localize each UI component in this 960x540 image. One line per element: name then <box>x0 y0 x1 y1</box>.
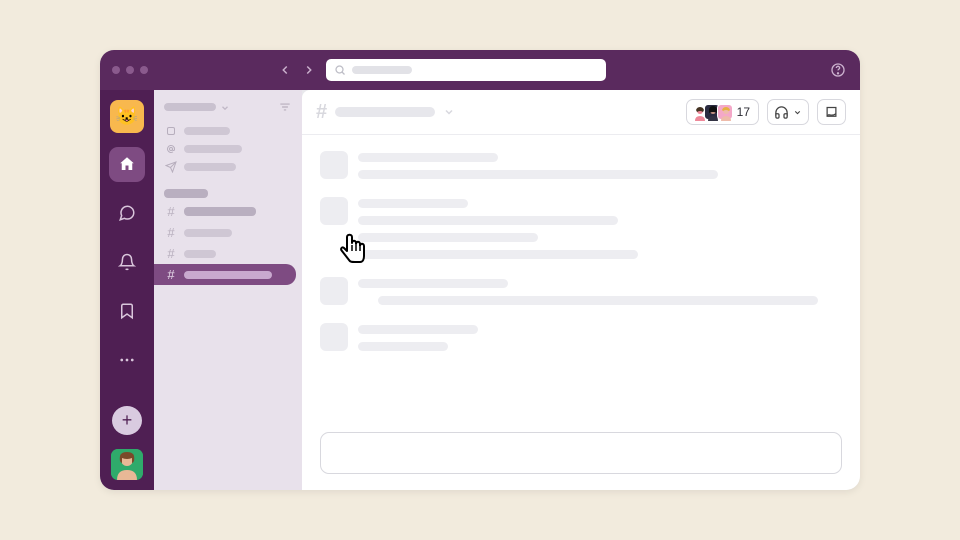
channel-name-skeleton <box>184 271 272 279</box>
channel-name-skeleton <box>184 250 216 258</box>
hash-icon: # <box>164 246 178 261</box>
sidebar-channel-item[interactable]: # <box>154 222 302 243</box>
headphones-icon <box>774 105 789 120</box>
back-button[interactable] <box>276 61 294 79</box>
message-list <box>302 135 860 432</box>
rail-more[interactable] <box>109 343 145 378</box>
workspace-switcher[interactable]: 😺 <box>110 100 144 133</box>
chevron-down-icon <box>220 103 228 111</box>
message-line-skeleton <box>358 279 508 288</box>
user-avatar[interactable] <box>111 449 143 480</box>
sidebar-section-label-skeleton <box>164 189 208 198</box>
hash-icon: # <box>316 101 327 124</box>
conversation-pane: # <box>302 90 860 490</box>
chat-icon <box>118 204 136 222</box>
sidebar-item-mentions[interactable] <box>154 140 302 158</box>
avatar-icon <box>111 449 143 480</box>
workspace-icon: 😺 <box>116 106 138 127</box>
sidebar-section-header[interactable] <box>154 186 302 201</box>
sidebar-channel-item-selected[interactable]: # <box>154 264 296 285</box>
channel-members-button[interactable]: 17 <box>686 99 759 125</box>
message-avatar-skeleton <box>320 323 348 351</box>
message-item[interactable] <box>320 323 842 351</box>
message-line-skeleton <box>358 153 498 162</box>
message-line-skeleton <box>358 170 718 179</box>
member-avatars <box>691 104 733 120</box>
window-minimize-dot[interactable] <box>126 66 134 74</box>
more-icon <box>118 351 136 369</box>
message-line-skeleton <box>378 296 818 305</box>
hash-icon: # <box>164 267 178 282</box>
rail-dms[interactable] <box>109 196 145 231</box>
search-icon <box>334 64 346 76</box>
canvas-button[interactable] <box>817 99 846 125</box>
message-line-skeleton <box>358 199 468 208</box>
search-placeholder-skeleton <box>352 66 412 74</box>
channel-sidebar: # # # # <box>154 90 302 490</box>
titlebar <box>100 50 860 90</box>
channel-name-skeleton <box>335 107 435 117</box>
app-window: 😺 + <box>100 50 860 490</box>
sidebar-header[interactable] <box>154 100 302 122</box>
message-avatar-skeleton <box>320 151 348 179</box>
window-zoom-dot[interactable] <box>140 66 148 74</box>
history-nav <box>276 61 318 79</box>
message-line-skeleton <box>358 216 618 225</box>
sidebar-label-skeleton <box>184 127 230 135</box>
channel-name-skeleton <box>184 229 232 237</box>
huddle-button[interactable] <box>767 99 809 125</box>
message-avatar-skeleton <box>320 277 348 305</box>
at-icon <box>164 143 178 155</box>
composer-area <box>302 432 860 490</box>
rail-later[interactable] <box>109 294 145 329</box>
workspace-name-skeleton <box>164 103 216 111</box>
message-line-skeleton <box>358 250 638 259</box>
message-line-skeleton <box>358 233 538 242</box>
sidebar-channel-item[interactable]: # <box>154 243 302 264</box>
canvas-icon <box>824 105 839 120</box>
hash-icon: # <box>164 204 178 219</box>
message-item[interactable] <box>320 277 842 305</box>
workspace-rail: 😺 + <box>100 90 154 490</box>
sidebar-item-threads[interactable] <box>154 122 302 140</box>
chevron-down-icon[interactable] <box>443 106 455 118</box>
search-input[interactable] <box>326 59 606 81</box>
message-item[interactable] <box>320 151 842 179</box>
rail-activity[interactable] <box>109 245 145 280</box>
bookmark-icon <box>118 302 136 320</box>
channel-header: # <box>302 90 860 134</box>
message-line-skeleton <box>358 325 478 334</box>
window-controls <box>112 66 148 74</box>
bell-icon <box>118 253 136 271</box>
sidebar-label-skeleton <box>184 163 236 171</box>
rail-add-button[interactable]: + <box>112 406 142 435</box>
threads-icon <box>164 125 178 137</box>
send-icon <box>164 161 178 173</box>
home-icon <box>118 155 136 173</box>
message-composer[interactable] <box>320 432 842 474</box>
channel-name-skeleton <box>184 207 256 216</box>
chevron-down-icon <box>793 108 802 117</box>
message-avatar-skeleton <box>320 197 348 225</box>
message-line-skeleton <box>358 342 448 351</box>
sidebar-label-skeleton <box>184 145 242 153</box>
member-count: 17 <box>737 105 750 119</box>
filter-icon[interactable] <box>278 100 292 114</box>
help-button[interactable] <box>828 60 848 80</box>
sidebar-item-drafts[interactable] <box>154 158 302 176</box>
message-item[interactable] <box>320 197 842 259</box>
plus-icon: + <box>122 410 133 431</box>
hash-icon: # <box>164 225 178 240</box>
window-close-dot[interactable] <box>112 66 120 74</box>
rail-home[interactable] <box>109 147 145 182</box>
member-avatar-icon <box>717 104 733 120</box>
forward-button[interactable] <box>300 61 318 79</box>
sidebar-channel-item[interactable]: # <box>154 201 302 222</box>
